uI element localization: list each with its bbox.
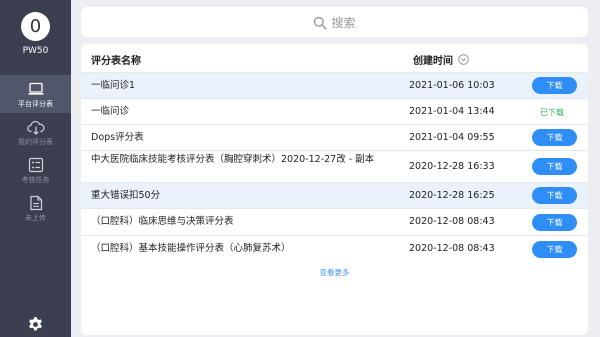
view-more-link[interactable]: 查看更多 (81, 267, 588, 278)
form-date: 2021-01-04 09:55 (409, 132, 495, 143)
sidebar-item-tasks[interactable]: 考核任务 (0, 151, 71, 189)
form-name: （口腔科）临床思维与决策评分表 (91, 216, 234, 227)
form-name: Dops评分表 (91, 132, 144, 143)
download-button[interactable]: 下载 (532, 187, 577, 204)
table-row[interactable]: 重大错误扣50分 2020-12-28 16:25 下载 (81, 182, 588, 208)
sidebar-item-my-forms[interactable]: 我的评分表 (0, 113, 71, 151)
sidebar-item-label: 我的评分表 (18, 138, 53, 146)
avatar[interactable]: 0 (21, 12, 50, 41)
task-list-icon (27, 157, 45, 173)
table-row[interactable]: 中大医院临床技能考核评分表（胸腔穿刺术）2020-12-27改 - 副本 202… (81, 150, 588, 182)
search-input[interactable]: 搜索 (331, 14, 355, 31)
form-date: 2021-01-06 10:03 (409, 80, 495, 91)
laptop-icon (27, 81, 45, 97)
form-date: 2021-01-04 13:44 (409, 106, 495, 117)
sidebar-item-not-uploaded[interactable]: 未上传 (0, 189, 71, 227)
download-button[interactable]: 下载 (532, 241, 577, 258)
user-name: PW50 (22, 46, 49, 56)
form-date: 2020-12-08 08:43 (409, 216, 495, 227)
form-date: 2020-12-28 16:33 (409, 161, 495, 172)
download-button[interactable]: 下载 (532, 214, 577, 231)
table-row[interactable]: （口腔科）基本技能操作评分表（心肺复苏术） 2020-12-08 08:43 下… (81, 235, 588, 262)
downloaded-status: 已下载 (540, 108, 564, 117)
column-header-date[interactable]: 创建时间 (413, 52, 469, 67)
table-row[interactable]: （口腔科）临床思维与决策评分表 2020-12-08 08:43 下载 (81, 208, 588, 235)
sort-chevron-down-icon[interactable] (458, 54, 469, 65)
cloud-download-icon (26, 119, 45, 135)
form-name: 一临问诊 (91, 106, 130, 117)
form-name: （口腔科）基本技能操作评分表（心肺复苏术） (91, 243, 291, 254)
download-button[interactable]: 下载 (532, 129, 577, 146)
table-row[interactable]: 一临问诊1 2021-01-06 10:03 下载 (81, 72, 588, 98)
gear-icon[interactable] (27, 316, 44, 333)
search-icon (313, 15, 328, 30)
column-header-date-label: 创建时间 (413, 56, 453, 67)
forms-table: 评分表名称 创建时间 一临问诊1 2021-01-06 10:03 下载 一临问… (81, 44, 588, 335)
column-header-name: 评分表名称 (91, 56, 141, 67)
form-date: 2020-12-28 16:25 (409, 190, 495, 201)
sidebar-item-label: 未上传 (25, 214, 46, 222)
form-date: 2020-12-08 08:43 (409, 243, 495, 254)
download-button[interactable]: 下载 (532, 158, 577, 175)
form-name: 重大错误扣50分 (91, 190, 161, 201)
table-row[interactable]: Dops评分表 2021-01-04 09:55 下载 (81, 124, 588, 150)
sidebar-item-label: 平台评分表 (18, 100, 53, 108)
document-icon (27, 195, 45, 211)
form-name: 中大医院临床技能考核评分表（胸腔穿刺术）2020-12-27改 - 副本 (91, 154, 375, 165)
sidebar: 0 PW50 平台评分表 我的评分表 考核任务 未上传 (0, 0, 71, 337)
table-header: 评分表名称 创建时间 (81, 44, 588, 72)
search-bar[interactable]: 搜索 (81, 7, 588, 37)
sidebar-item-platform-forms[interactable]: 平台评分表 (0, 75, 71, 113)
sidebar-item-label: 考核任务 (21, 176, 50, 184)
table-row[interactable]: 一临问诊 2021-01-04 13:44 已下载 (81, 98, 588, 124)
form-name: 一临问诊1 (91, 80, 136, 91)
download-button[interactable]: 下载 (532, 77, 577, 94)
